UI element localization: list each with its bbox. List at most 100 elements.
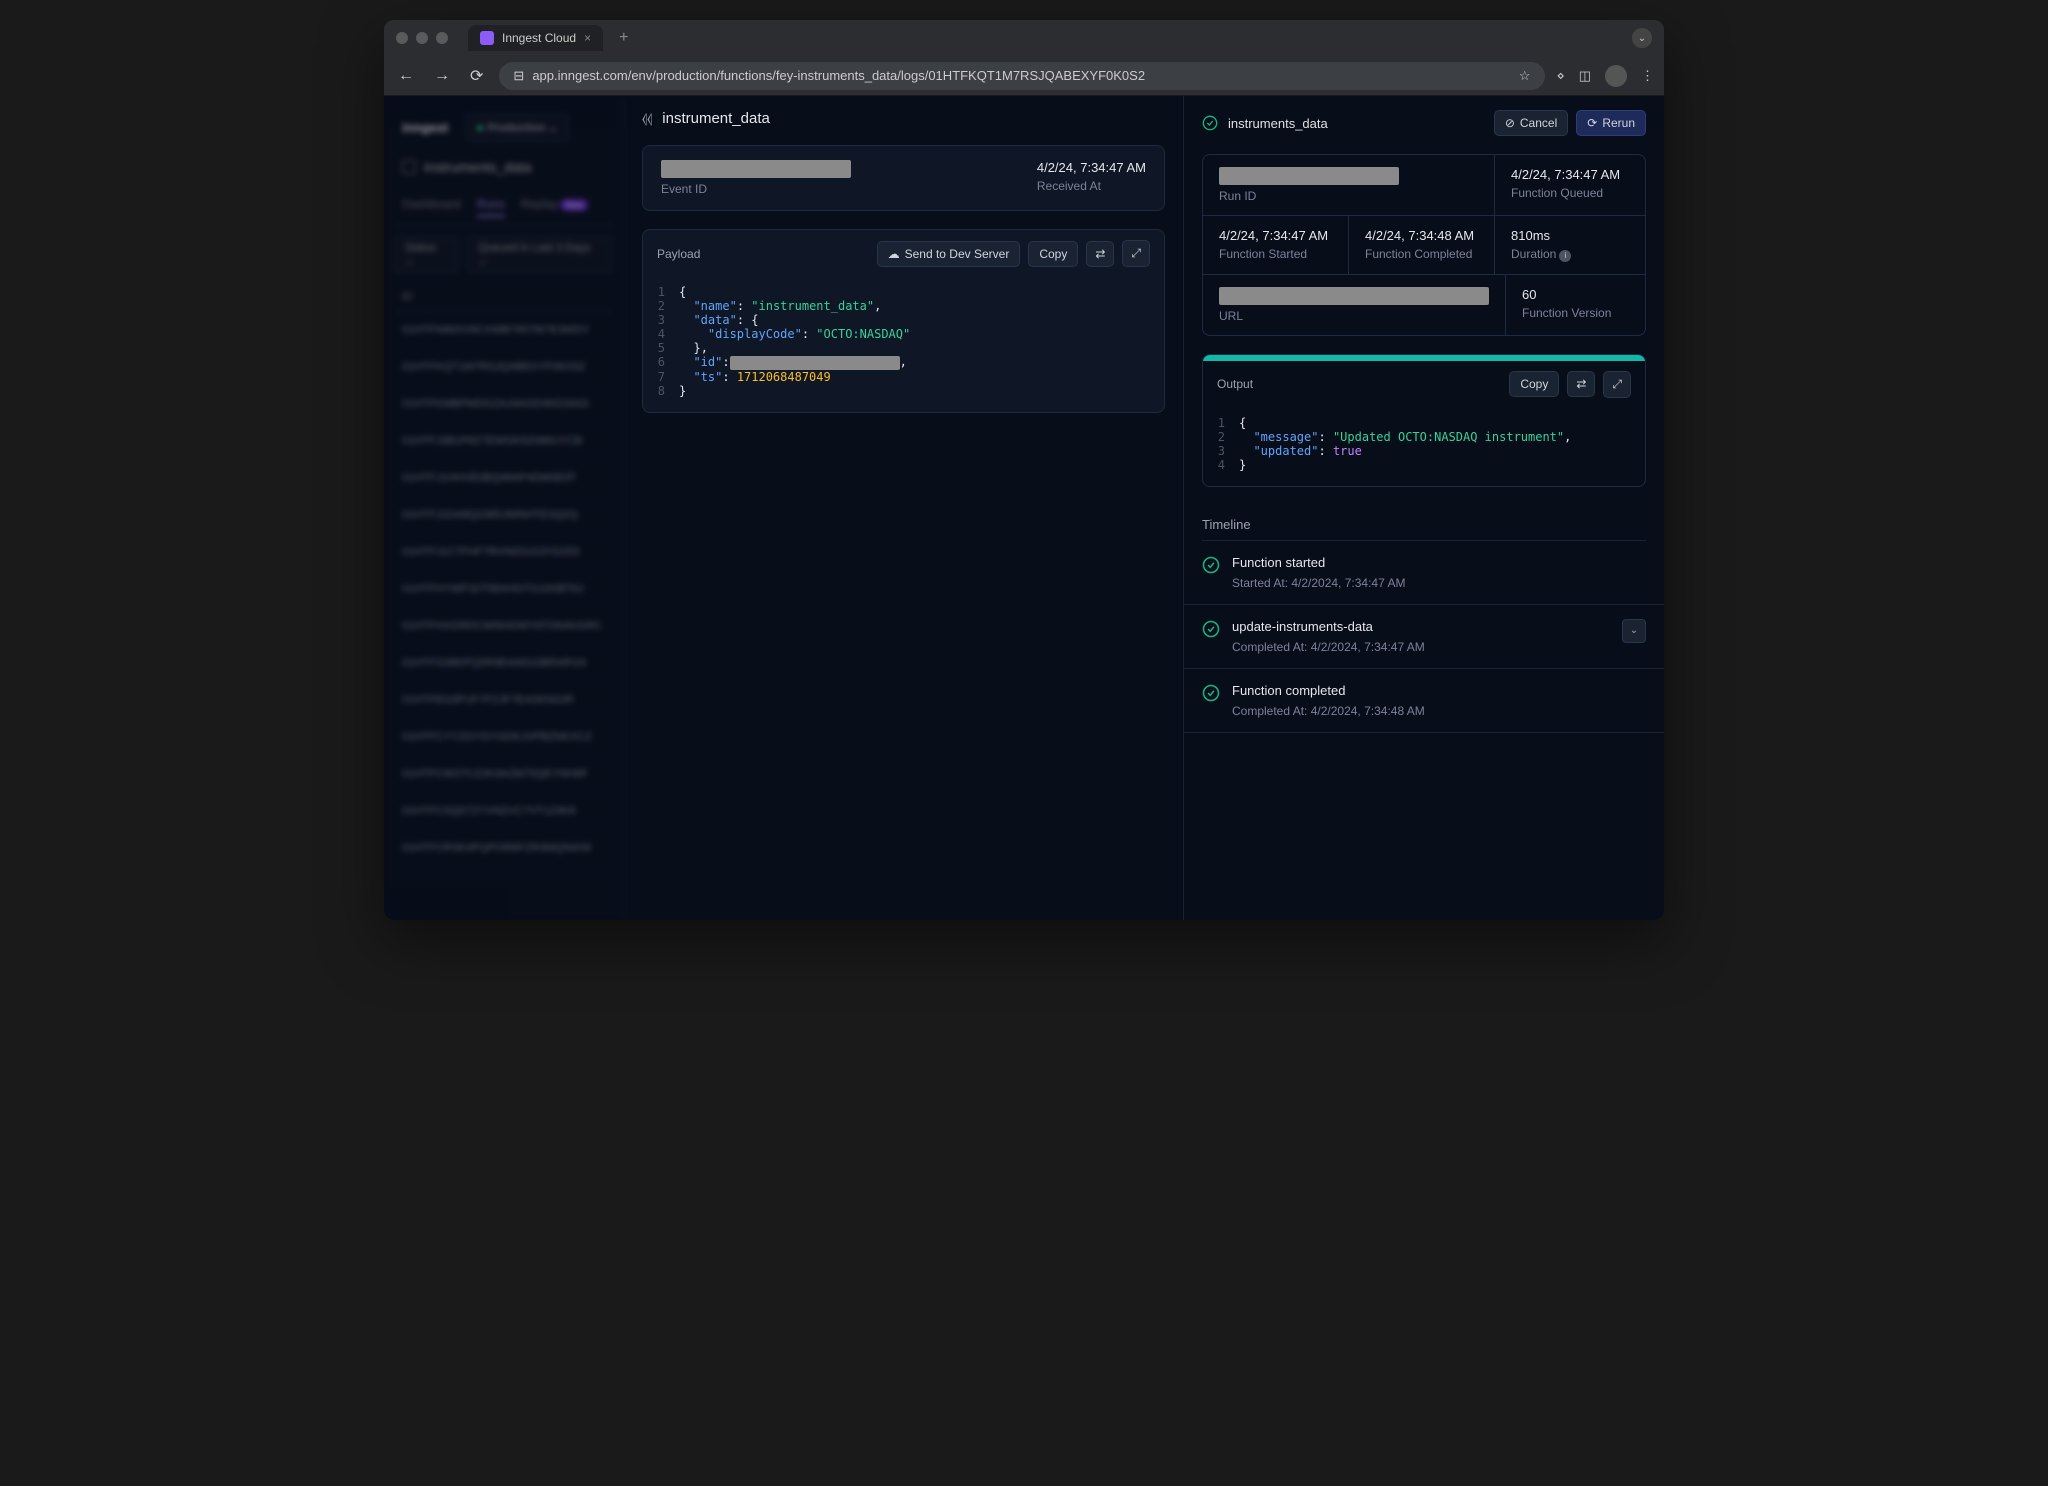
list-item[interactable]: 01HTFCYYZGYGYGDKJVPBZNKXCZ	[394, 719, 613, 756]
started-at-label: Function Started	[1219, 247, 1332, 261]
tab-replay[interactable]: ReplayNew	[521, 193, 588, 217]
started-at-value: 4/2/24, 7:34:47 AM	[1219, 228, 1332, 243]
timeline-item-sub: Completed At: 4/2/2024, 7:34:48 AM	[1232, 704, 1646, 718]
tab-title: Inngest Cloud	[502, 31, 576, 45]
event-panel: ⦉⦉ instrument_data Event ID 4/2/24, 7:34…	[624, 96, 1184, 920]
wrap-lines-button[interactable]: ⇄	[1086, 241, 1114, 267]
url-bar[interactable]: ⊟ app.inngest.com/env/production/functio…	[499, 62, 1544, 90]
payload-card: Payload ☁Send to Dev Server Copy ⇄ ⤢ 1{ …	[642, 229, 1165, 413]
timeline-item: Function completed Completed At: 4/2/202…	[1184, 669, 1664, 733]
maximize-window[interactable]	[436, 32, 448, 44]
list-item[interactable]: 01HTFJ1HHVE0BQ48AP4DM0E9T	[394, 460, 613, 497]
sidebar-tabs: Dashboard Runs ReplayNew	[394, 185, 613, 226]
minimize-window[interactable]	[416, 32, 428, 44]
list-item[interactable]: 01HTFG38KPQ5R9E4A81GBRAR1N	[394, 645, 613, 682]
cancel-button[interactable]: ⊘Cancel	[1494, 110, 1568, 136]
list-header: ID	[394, 283, 613, 312]
new-tab-button[interactable]: +	[619, 29, 628, 47]
info-icon[interactable]: i	[1559, 250, 1571, 262]
tab-dashboard[interactable]: Dashboard	[402, 193, 461, 217]
extensions-icon[interactable]: ⋄	[1557, 68, 1565, 84]
queued-at-label: Function Queued	[1511, 186, 1629, 200]
menu-icon[interactable]: ⋮	[1641, 68, 1654, 84]
timeline-item-sub: Started At: 4/2/2024, 7:34:47 AM	[1232, 576, 1646, 590]
app-sidebar: inngest Production ⌄ instruments_data Da…	[384, 96, 624, 920]
browser-tab[interactable]: Inngest Cloud ×	[468, 25, 603, 51]
cloud-icon: ☁	[888, 247, 900, 261]
tab-runs[interactable]: Runs	[477, 193, 505, 217]
sidepanel-icon[interactable]: ◫	[1579, 68, 1591, 84]
version-value: 60	[1522, 287, 1640, 302]
list-item[interactable]: 01HTFJ3B1P8Z7EWGK5Z086UYCB	[394, 423, 613, 460]
brand-text: inngest	[402, 120, 448, 135]
run-list: 01HTFN96XV6CXWB7657W7E3WDY01HTFKQT1M7RSJ…	[394, 312, 613, 867]
list-item[interactable]: 01HTFCW27CZ2K3AZM75QEYNH8F	[394, 756, 613, 793]
rerun-button[interactable]: ⟳Rerun	[1576, 110, 1646, 136]
list-item[interactable]: 01HTFHYWF32T58XHGTG19SBT6J	[394, 571, 613, 608]
expand-output-button[interactable]: ⤢	[1603, 371, 1631, 398]
run-id-label: Run ID	[1219, 189, 1478, 203]
timeline-item: update-instruments-data Completed At: 4/…	[1184, 605, 1664, 669]
cancel-icon: ⊘	[1505, 116, 1515, 130]
timeline-item-sub: Completed At: 4/2/2024, 7:34:47 AM	[1232, 640, 1610, 654]
list-item[interactable]: 01HTFCRSK4PQPOR6FZR3MQN4X8	[394, 830, 613, 867]
bookmark-icon[interactable]: ☆	[1519, 68, 1531, 84]
reload-button[interactable]: ⟳	[466, 62, 487, 90]
event-id-label: Event ID	[661, 182, 997, 196]
list-item[interactable]: 01HTFCSQ07ZYVNZVC7VT1Z4K8	[394, 793, 613, 830]
send-dev-server-button[interactable]: ☁Send to Dev Server	[877, 241, 1021, 267]
payload-id-redacted	[730, 356, 900, 370]
close-window[interactable]	[396, 32, 408, 44]
run-meta-card: Run ID 4/2/24, 7:34:47 AM Function Queue…	[1202, 154, 1646, 336]
run-title: instruments_data	[1228, 116, 1328, 131]
status-success-icon	[1202, 115, 1218, 131]
version-label: Function Version	[1522, 306, 1640, 320]
brand: inngest Production ⌄	[394, 106, 613, 149]
breadcrumb: instruments_data	[394, 149, 613, 185]
list-item[interactable]: 01HTFJ1DA8Q2385JWNHTESQ2Q	[394, 497, 613, 534]
event-back-icon[interactable]: ⦉⦉	[642, 110, 652, 127]
expand-step-button[interactable]: ⌄	[1622, 619, 1646, 643]
filter-status[interactable]: Status ⌄	[394, 236, 459, 273]
profile-avatar[interactable]	[1605, 65, 1627, 87]
wrap-output-button[interactable]: ⇄	[1567, 371, 1595, 397]
timeline-item-title: Function completed	[1232, 683, 1646, 698]
expand-payload-button[interactable]: ⤢	[1122, 240, 1150, 267]
list-item[interactable]: 01HTFKQT1M7RSJQABEXYF0K0S2	[394, 349, 613, 386]
browser-titlebar: Inngest Cloud × + ⌄	[384, 20, 1664, 56]
breadcrumb-icon	[402, 160, 416, 174]
browser-toolbar: ← → ⟳ ⊟ app.inngest.com/env/production/f…	[384, 56, 1664, 96]
new-badge: New	[560, 199, 588, 211]
list-item[interactable]: 01HTFHXGRDCWNHGWY6TSNAVGRC	[394, 608, 613, 645]
copy-payload-button[interactable]: Copy	[1028, 241, 1078, 267]
filter-range[interactable]: Queued in Last 3 Days ⌄	[467, 236, 613, 273]
check-circle-icon	[1202, 620, 1220, 638]
completed-at-value: 4/2/24, 7:34:48 AM	[1365, 228, 1478, 243]
run-id-value	[1219, 167, 1399, 185]
list-item[interactable]: 01HTFKMBPMDGZAJ4AGD4KD3A02	[394, 386, 613, 423]
list-item[interactable]: 01HTFN96XV6CXWB7657W7E3WDY	[394, 312, 613, 349]
rerun-icon: ⟳	[1587, 116, 1597, 130]
output-label: Output	[1217, 377, 1501, 391]
close-tab-icon[interactable]: ×	[584, 31, 591, 45]
forward-button[interactable]: →	[430, 63, 454, 89]
copy-output-button[interactable]: Copy	[1509, 371, 1559, 397]
site-info-icon[interactable]: ⊟	[513, 68, 524, 84]
list-item[interactable]: 01HTFEG3FUF7FZJF7EASKN3JR	[394, 682, 613, 719]
received-at-label: Received At	[1037, 179, 1146, 193]
run-panel: instruments_data ⊘Cancel ⟳Rerun Run ID 4…	[1184, 96, 1664, 920]
timeline-item: Function started Started At: 4/2/2024, 7…	[1184, 541, 1664, 605]
payload-code: 1{ 2 "name": "instrument_data", 3 "data"…	[643, 277, 1164, 412]
timeline-item-title: update-instruments-data	[1232, 619, 1610, 634]
event-id-value	[661, 160, 851, 178]
event-meta-card: Event ID 4/2/24, 7:34:47 AM Received At	[642, 145, 1165, 211]
list-item[interactable]: 01HTFJ1C7FHF7RVN0S1G3YD253	[394, 534, 613, 571]
completed-at-label: Function Completed	[1365, 247, 1478, 261]
env-selector[interactable]: Production ⌄	[466, 114, 568, 141]
back-button[interactable]: ←	[394, 63, 418, 89]
check-circle-icon	[1202, 556, 1220, 574]
tabs-overflow-button[interactable]: ⌄	[1632, 28, 1652, 48]
breadcrumb-text: instruments_data	[424, 159, 531, 175]
output-code: 1{ 2 "message": "Updated OCTO:NASDAQ ins…	[1203, 408, 1645, 486]
event-title: instrument_data	[662, 110, 770, 127]
